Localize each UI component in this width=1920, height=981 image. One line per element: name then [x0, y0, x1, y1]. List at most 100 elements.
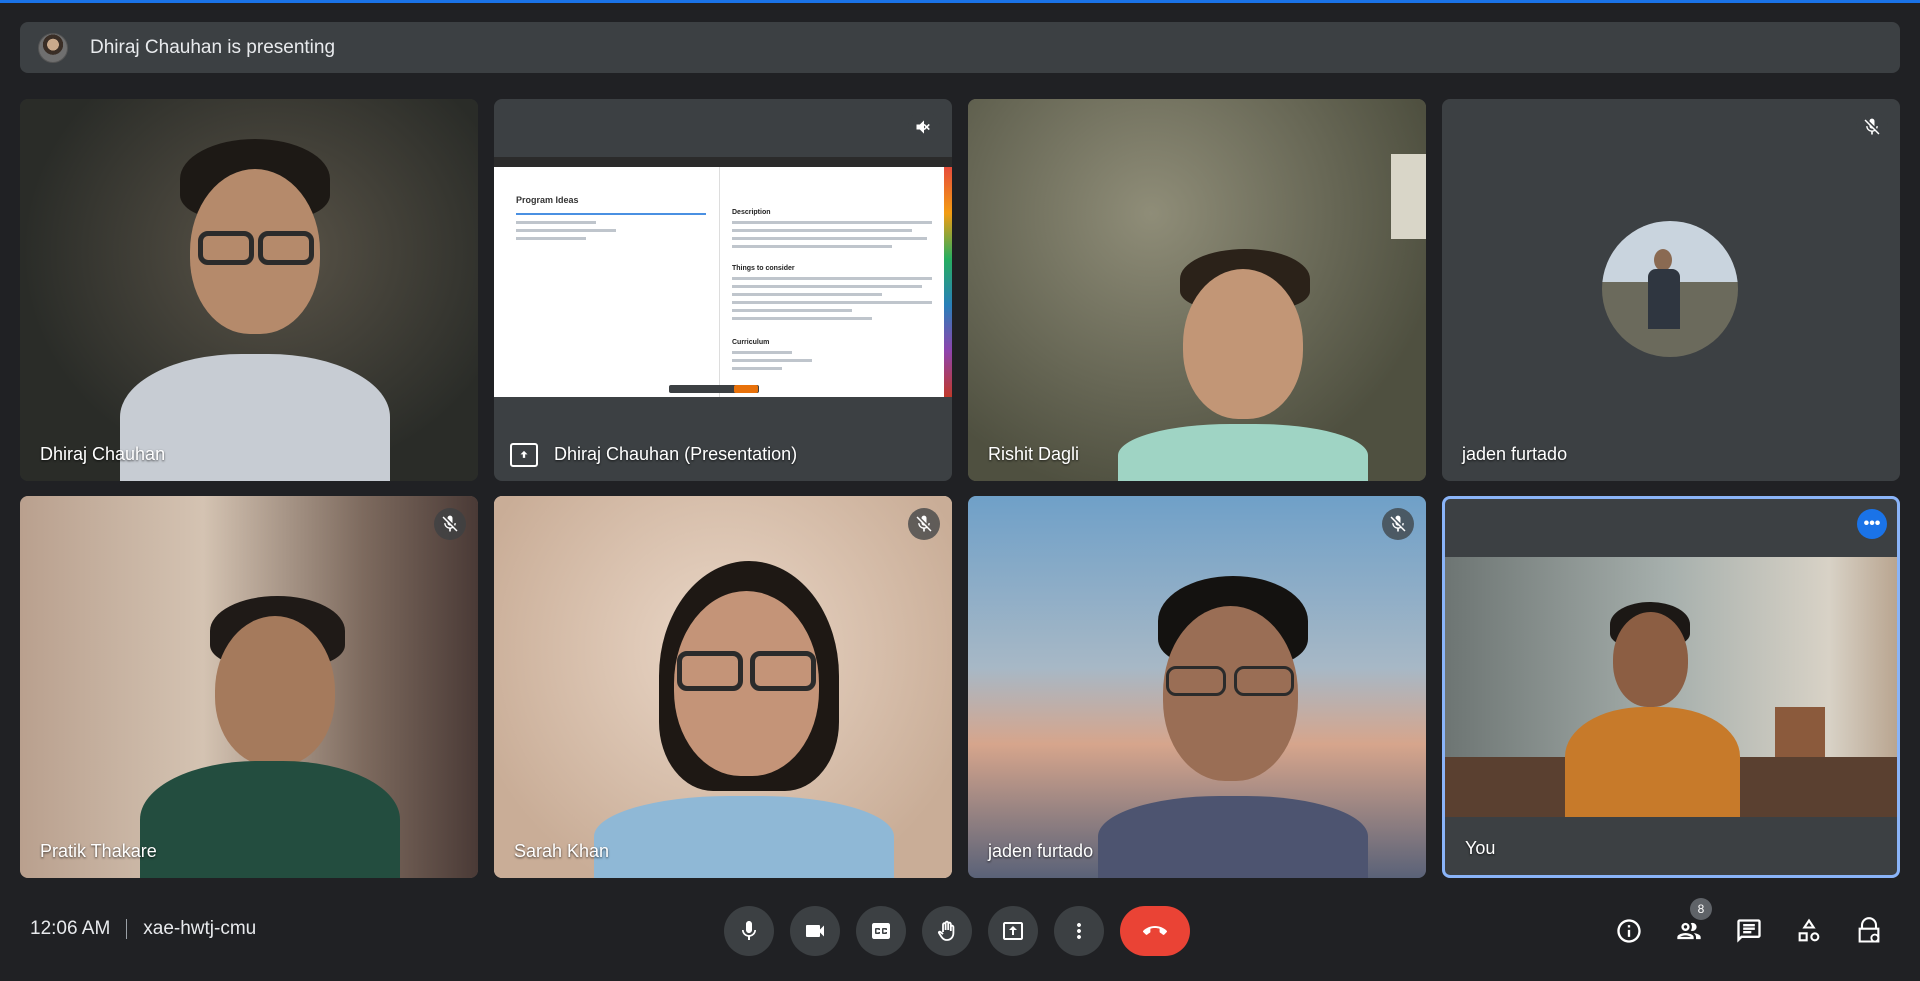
meeting-code: xae-hwtj-cmu: [143, 918, 257, 939]
meeting-info-button[interactable]: [1610, 912, 1648, 950]
doc-title: Program Ideas: [516, 195, 579, 205]
host-controls-icon: [1858, 917, 1880, 943]
volume-off-icon[interactable]: [908, 111, 940, 143]
stop-sharing: [734, 385, 758, 393]
participant-count-badge: 8: [1690, 898, 1712, 920]
doc-line: [732, 293, 882, 296]
glasses: [1166, 666, 1226, 696]
doc-line: [732, 359, 812, 362]
self-video-feed: [1445, 557, 1897, 817]
participant-tile[interactable]: Sarah Khan: [494, 496, 952, 878]
face: [1183, 269, 1303, 419]
shirt: [140, 761, 400, 878]
participant-name: jaden furtado: [988, 841, 1094, 861]
end-call-icon: [1143, 926, 1167, 935]
activities-button[interactable]: [1790, 912, 1828, 950]
mic-off-icon[interactable]: [908, 508, 940, 540]
doc-line: [732, 351, 792, 354]
camera-button[interactable]: [790, 906, 840, 956]
participant-name: Pratik Thakare: [40, 841, 157, 861]
doc-section: Curriculum: [732, 339, 770, 346]
captions-button[interactable]: [856, 906, 906, 956]
present-icon: [1003, 922, 1023, 940]
presenting-banner[interactable]: Dhiraj Chauhan is presenting: [20, 22, 1900, 73]
participant-tile[interactable]: jaden furtado: [968, 496, 1426, 878]
mic-button[interactable]: [724, 906, 774, 956]
switch-board: [1391, 154, 1426, 239]
participant-name: You: [1465, 838, 1496, 858]
participant-tile[interactable]: Pratik Thakare: [20, 496, 478, 878]
participant-name: Rishit Dagli: [988, 444, 1080, 464]
doc-line: [516, 221, 596, 224]
mic-off-icon[interactable]: [1382, 508, 1414, 540]
raise-hand-icon: [937, 920, 955, 941]
doc-line: [516, 213, 706, 215]
call-controls: [724, 906, 1190, 956]
side-strip: [944, 167, 952, 397]
shirt: [1565, 707, 1740, 817]
doc-line: [732, 229, 912, 232]
presentation-icon: [510, 443, 538, 467]
presenter-avatar: [38, 32, 68, 63]
captions-icon: [872, 923, 890, 939]
end-call-button[interactable]: [1120, 906, 1190, 956]
shirt: [1098, 796, 1368, 878]
shared-screen: Program Ideas Description Things to cons…: [494, 157, 952, 397]
presenting-text: Dhiraj Chauhan is presenting: [90, 36, 336, 58]
chat-button[interactable]: [1730, 912, 1768, 950]
shirt: [594, 796, 894, 878]
face: [1613, 612, 1688, 707]
info-icon: [1617, 919, 1641, 943]
doc-line: [732, 367, 782, 370]
meeting-details: 12:06 AM xae-hwtj-cmu: [30, 918, 256, 940]
glasses: [750, 651, 816, 691]
doc-line: [516, 229, 616, 232]
host-controls-button[interactable]: [1850, 912, 1888, 950]
camera-icon: [806, 925, 824, 937]
glasses: [677, 651, 743, 691]
doc-line: [732, 309, 852, 312]
doc-line: [516, 237, 586, 240]
mic-off-icon[interactable]: [434, 508, 466, 540]
present-button[interactable]: [988, 906, 1038, 956]
divider: [126, 919, 128, 939]
glasses: [198, 231, 254, 265]
doc-section: Description: [732, 209, 771, 216]
doc-line: [732, 221, 932, 224]
meeting-tools: 8: [1610, 898, 1888, 950]
activities-icon: [1798, 918, 1820, 942]
doc-line: [732, 285, 922, 288]
glasses: [1234, 666, 1294, 696]
shirt: [1118, 424, 1368, 481]
more-options-button[interactable]: [1054, 906, 1104, 956]
self-tile[interactable]: ••• You: [1442, 496, 1900, 878]
doc-section: Things to consider: [732, 265, 795, 272]
participant-name: jaden furtado: [1462, 444, 1568, 464]
doc-line: [732, 301, 932, 304]
avatar: [1602, 221, 1738, 357]
more-options-icon: [1077, 923, 1081, 939]
divider: [719, 167, 720, 397]
browser-toolbar: [494, 157, 952, 167]
participant-name: Dhiraj Chauhan: [40, 444, 166, 464]
participant-tile[interactable]: jaden furtado: [1442, 99, 1900, 481]
people-button[interactable]: 8: [1670, 898, 1712, 950]
participant-tile[interactable]: Dhiraj Chauhan: [20, 99, 478, 481]
avatar-body: [1648, 269, 1680, 329]
mic-off-icon[interactable]: [1856, 111, 1888, 143]
people-icon: [1677, 922, 1701, 940]
top-progress-bar: [0, 0, 1920, 3]
mic-icon: [742, 921, 756, 940]
clock: 12:06 AM: [30, 918, 111, 939]
books: [1775, 707, 1825, 757]
raise-hand-button[interactable]: [922, 906, 972, 956]
participant-name: Sarah Khan: [514, 841, 610, 861]
face: [215, 616, 335, 766]
participant-tile[interactable]: Rishit Dagli: [968, 99, 1426, 481]
presentation-tile[interactable]: Program Ideas Description Things to cons…: [494, 99, 952, 481]
participant-name: Dhiraj Chauhan (Presentation): [554, 444, 798, 464]
avatar-face: [1654, 249, 1672, 271]
doc-line: [732, 277, 932, 280]
doc-line: [732, 317, 872, 320]
more-options-icon[interactable]: •••: [1857, 509, 1887, 539]
